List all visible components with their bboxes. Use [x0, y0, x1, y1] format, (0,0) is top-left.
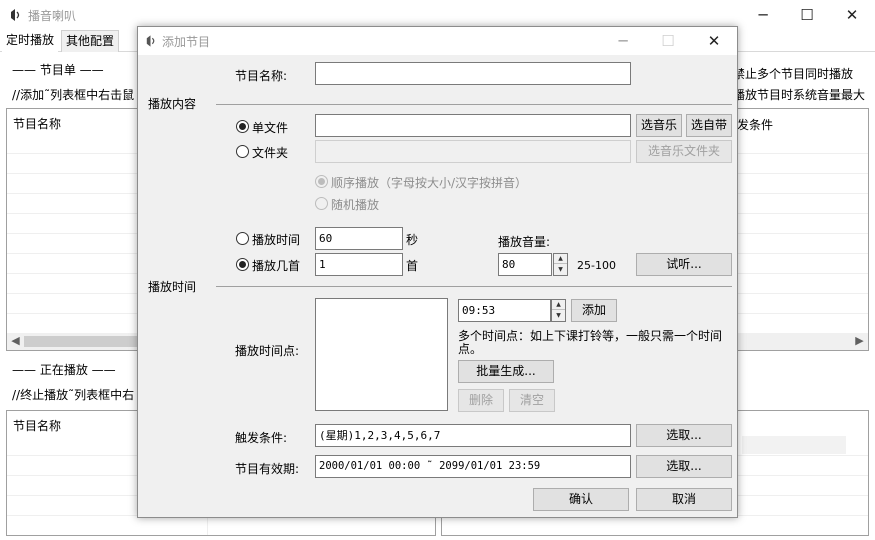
songs-unit-label: 首	[406, 259, 419, 273]
volume-range-label: 25-100	[577, 259, 616, 272]
now-playing-name-header: 节目名称	[13, 419, 62, 433]
sequential-play-radio[interactable]	[315, 175, 328, 188]
scroll-left-icon[interactable]: ◀	[7, 333, 24, 350]
seconds-unit-label: 秒	[406, 233, 419, 247]
play-duration-radio[interactable]	[236, 232, 249, 245]
time-section-label: 播放时间	[148, 280, 197, 294]
spin-down-icon[interactable]: ▼	[554, 265, 567, 275]
validity-input[interactable]: 2000/01/01 00:00 ˜ 2099/01/01 23:59	[315, 455, 631, 478]
time-divider	[216, 286, 732, 287]
dialog-title: 添加节目	[162, 35, 211, 49]
program-list-hint: //添加˜列表框中右击鼠	[12, 88, 135, 102]
program-list-section-label: —— 节目单 ——	[12, 63, 104, 77]
trigger-label: 触发条件:	[235, 431, 288, 445]
program-name-input[interactable]	[315, 62, 631, 85]
exclusive-play-hint: 禁止多个节目同时播放	[733, 67, 854, 81]
folder-path-input[interactable]	[315, 140, 631, 163]
random-play-label: 随机播放	[331, 198, 380, 212]
confirm-button[interactable]: 确认	[533, 488, 629, 511]
scroll-right-icon[interactable]: ▶	[851, 333, 868, 350]
dialog-close-button[interactable]: ✕	[691, 27, 737, 55]
trigger-input[interactable]: (星期)1,2,3,4,5,6,7	[315, 424, 631, 447]
program-name-column-header: 节目名称	[13, 117, 62, 131]
time-points-list[interactable]	[315, 298, 448, 411]
play-count-label: 播放几首	[252, 259, 301, 273]
cancel-button[interactable]: 取消	[636, 488, 732, 511]
validity-select-button[interactable]: 选取...	[636, 455, 732, 478]
add-program-dialog: 添加节目 ─ ☐ ✕ 节目名称: 播放内容 单文件 选音乐 选自带 文件夹 选音…	[137, 26, 738, 518]
dialog-body: 节目名称: 播放内容 单文件 选音乐 选自带 文件夹 选音乐文件夹 顺序播放（字…	[138, 55, 737, 517]
volume-input[interactable]: 80	[498, 253, 552, 276]
delete-time-button[interactable]: 删除	[458, 389, 504, 412]
close-button[interactable]: ✕	[829, 0, 875, 30]
tab-other-settings[interactable]: 其他配置	[61, 30, 120, 52]
random-play-radio[interactable]	[315, 197, 328, 210]
trigger-select-button[interactable]: 选取...	[636, 424, 732, 447]
content-section-label: 播放内容	[148, 97, 197, 111]
main-window-title: 播音喇叭	[28, 9, 77, 23]
time-up-icon[interactable]: ▲	[552, 300, 565, 310]
spin-up-icon[interactable]: ▲	[554, 254, 567, 264]
choose-music-button[interactable]: 选音乐	[636, 114, 682, 137]
speaker-app-icon	[11, 9, 20, 21]
choose-folder-button[interactable]: 选音乐文件夹	[636, 140, 732, 163]
time-down-icon[interactable]: ▼	[552, 311, 565, 321]
preview-button[interactable]: 试听...	[636, 253, 732, 276]
single-file-path-input[interactable]	[315, 114, 631, 137]
folder-label: 文件夹	[252, 146, 289, 160]
batch-generate-button[interactable]: 批量生成...	[458, 360, 554, 383]
add-time-button[interactable]: 添加	[571, 299, 617, 322]
play-duration-input[interactable]: 60	[315, 227, 403, 250]
play-duration-label: 播放时间	[252, 233, 301, 247]
minimize-button[interactable]: ─	[740, 0, 786, 30]
validity-label: 节目有效期:	[235, 462, 300, 476]
volume-spinner[interactable]: ▲ ▼	[553, 253, 568, 276]
play-count-radio[interactable]	[236, 258, 249, 271]
time-input[interactable]: 09:53	[458, 299, 551, 322]
play-count-input[interactable]: 1	[315, 253, 403, 276]
dialog-minimize-button[interactable]: ─	[600, 27, 646, 55]
clear-times-button[interactable]: 清空	[509, 389, 555, 412]
program-name-label: 节目名称:	[235, 69, 288, 83]
dialog-title-bar: 添加节目 ─ ☐ ✕	[138, 27, 737, 55]
content-divider	[216, 104, 732, 105]
choose-bundled-button[interactable]: 选自带	[686, 114, 732, 137]
maximize-button[interactable]: ☐	[784, 0, 830, 30]
max-volume-hint: 播放节目时系统音量最大	[733, 88, 866, 102]
volume-label: 播放音量:	[498, 235, 551, 249]
sequential-play-label: 顺序播放（字母按大小/汉字按拼音）	[331, 176, 528, 190]
folder-radio[interactable]	[236, 145, 249, 158]
tab-scheduled-play[interactable]: 定时播放	[2, 30, 59, 52]
trigger-column-header: 发条件	[737, 118, 774, 132]
now-playing-section-label: —— 正在播放 ——	[12, 363, 116, 377]
single-file-radio[interactable]	[236, 120, 249, 133]
time-points-label: 播放时间点:	[235, 344, 300, 358]
single-file-label: 单文件	[252, 121, 289, 135]
now-playing-hint: //终止播放˜列表框中右	[12, 388, 135, 402]
dialog-maximize-button: ☐	[661, 32, 675, 50]
multi-time-hint: 多个时间点：如上下课打铃等，一般只需一个时间点。	[458, 329, 723, 356]
speaker-dialog-icon	[146, 35, 155, 47]
time-spinner[interactable]: ▲ ▼	[551, 299, 566, 322]
